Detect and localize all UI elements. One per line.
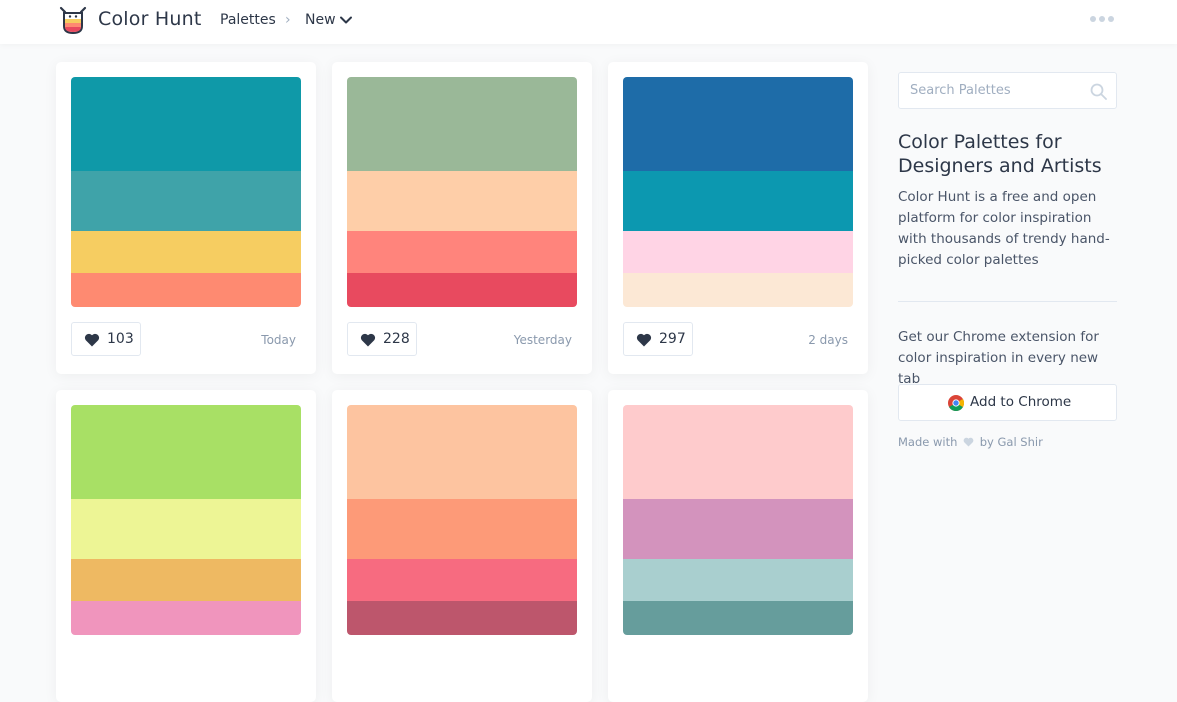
brand-name[interactable]: Color Hunt	[98, 8, 201, 30]
color-swatch[interactable]	[623, 273, 853, 307]
palette-card[interactable]: 297 2 days	[608, 62, 868, 374]
chevron-down-icon[interactable]	[339, 13, 353, 27]
color-swatch[interactable]	[347, 77, 577, 171]
search-icon[interactable]	[1090, 83, 1107, 100]
palette-card[interactable]	[608, 390, 868, 702]
like-count: 103	[107, 331, 134, 347]
footer-credit: Made with by Gal Shir	[898, 435, 1043, 449]
like-button[interactable]: 103	[71, 322, 141, 356]
palette-card[interactable]	[332, 390, 592, 702]
color-swatch[interactable]	[623, 601, 853, 635]
color-palette[interactable]	[347, 405, 577, 635]
top-header: Color Hunt Palettes › New	[0, 0, 1177, 44]
more-dots-icon[interactable]	[1090, 16, 1118, 24]
color-swatch[interactable]	[623, 171, 853, 231]
palette-card[interactable]: 103 Today	[56, 62, 316, 374]
search-box	[898, 72, 1117, 109]
color-swatch[interactable]	[71, 405, 301, 499]
color-palette[interactable]	[71, 77, 301, 307]
color-hunt-logo[interactable]	[58, 5, 88, 35]
heart-icon	[360, 333, 376, 347]
nav-palettes-link[interactable]: Palettes	[220, 12, 276, 28]
color-swatch[interactable]	[623, 405, 853, 499]
color-palette[interactable]	[623, 405, 853, 635]
made-with-text: Made with	[898, 435, 958, 449]
color-swatch[interactable]	[623, 499, 853, 559]
author-link[interactable]: Gal Shir	[997, 435, 1042, 449]
sidebar-divider	[898, 301, 1117, 302]
color-swatch[interactable]	[71, 499, 301, 559]
heart-icon	[636, 333, 652, 347]
like-button[interactable]: 228	[347, 322, 417, 356]
color-swatch[interactable]	[71, 273, 301, 307]
like-count: 228	[383, 331, 410, 347]
sidebar-title: Color Palettes for Designers and Artists	[898, 131, 1102, 177]
color-palette[interactable]	[71, 405, 301, 635]
by-text: by	[979, 435, 994, 449]
palette-date: Yesterday	[513, 333, 572, 347]
palette-card[interactable]	[56, 390, 316, 702]
color-swatch[interactable]	[347, 559, 577, 601]
like-count: 297	[659, 331, 686, 347]
search-input[interactable]	[899, 73, 1084, 108]
color-swatch[interactable]	[71, 171, 301, 231]
palette-date: Today	[261, 333, 296, 347]
color-swatch[interactable]	[347, 405, 577, 499]
sidebar-description: Color Hunt is a free and open platform f…	[898, 189, 1110, 268]
palette-date: 2 days	[808, 333, 848, 347]
nav-new-dropdown[interactable]: New	[305, 12, 336, 28]
like-button[interactable]: 297	[623, 322, 693, 356]
extension-text: Get our Chrome extension for color inspi…	[898, 329, 1099, 387]
heart-icon	[963, 437, 974, 447]
color-swatch[interactable]	[71, 559, 301, 601]
add-to-chrome-button[interactable]: Add to Chrome	[898, 384, 1117, 421]
color-palette[interactable]	[623, 77, 853, 307]
color-swatch[interactable]	[347, 601, 577, 635]
breadcrumb-separator: ›	[285, 12, 291, 28]
color-swatch[interactable]	[623, 77, 853, 171]
color-swatch[interactable]	[347, 499, 577, 559]
heart-icon	[84, 333, 100, 347]
color-swatch[interactable]	[71, 77, 301, 171]
color-palette[interactable]	[347, 77, 577, 307]
color-swatch[interactable]	[347, 273, 577, 307]
color-swatch[interactable]	[71, 231, 301, 273]
palette-card[interactable]: 228 Yesterday	[332, 62, 592, 374]
add-to-chrome-label: Add to Chrome	[970, 394, 1072, 410]
chrome-icon	[948, 395, 964, 411]
color-swatch[interactable]	[623, 231, 853, 273]
color-swatch[interactable]	[347, 171, 577, 231]
color-swatch[interactable]	[71, 601, 301, 635]
color-swatch[interactable]	[347, 231, 577, 273]
color-swatch[interactable]	[623, 559, 853, 601]
